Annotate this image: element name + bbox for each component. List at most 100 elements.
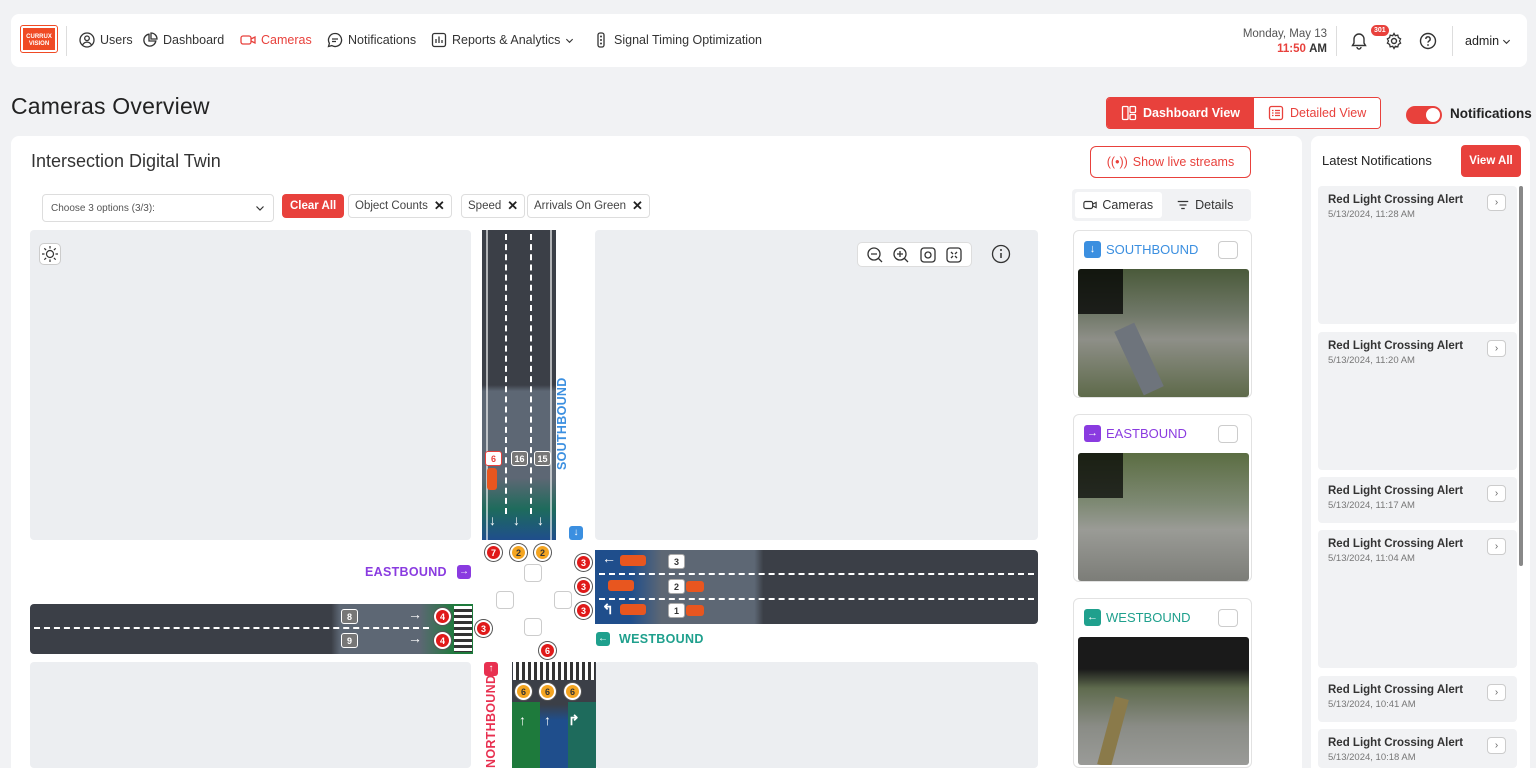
- info-icon[interactable]: [991, 244, 1011, 264]
- live-streams-label: Show live streams: [1132, 155, 1235, 169]
- clear-all-button[interactable]: Clear All: [282, 194, 345, 218]
- notifications-title: Latest Notifications: [1322, 153, 1432, 168]
- nav-users[interactable]: Users: [79, 32, 133, 48]
- chevron-down-icon: [256, 206, 264, 211]
- camera-card-eastbound[interactable]: → EASTBOUND: [1073, 414, 1252, 582]
- chevron-right-icon[interactable]: ›: [1487, 194, 1506, 211]
- chevron-right-icon[interactable]: ›: [1487, 538, 1506, 555]
- chevron-right-icon[interactable]: ›: [1487, 340, 1506, 357]
- road-edge: [550, 230, 552, 540]
- reset-view-icon[interactable]: [919, 246, 937, 264]
- view-all-button[interactable]: View All: [1461, 145, 1521, 177]
- zoom-out-icon[interactable]: [866, 246, 884, 264]
- user-circle-icon: [79, 32, 95, 48]
- detailed-view-button[interactable]: Detailed View: [1254, 98, 1381, 128]
- chevron-right-icon[interactable]: ›: [1487, 737, 1506, 754]
- chip-label: Object Counts: [355, 200, 428, 212]
- video-camera-icon[interactable]: [1218, 609, 1238, 627]
- signal-circle: 3: [575, 602, 592, 619]
- video-camera-icon[interactable]: [1218, 241, 1238, 259]
- nav-signal-timing-label: Signal Timing Optimization: [614, 33, 762, 47]
- nav-reports-analytics[interactable]: Reports & Analytics: [431, 32, 574, 48]
- latest-notifications-panel: Latest Notifications View All Red Light …: [1311, 136, 1530, 768]
- notifications-scrollbar[interactable]: [1519, 186, 1523, 566]
- show-live-streams-button[interactable]: ((•)) Show live streams: [1090, 146, 1251, 178]
- chevron-right-icon[interactable]: ›: [1487, 485, 1506, 502]
- notification-item[interactable]: Red Light Crossing Alert 5/13/2024, 11:2…: [1318, 186, 1517, 324]
- video-camera-icon[interactable]: [1218, 425, 1238, 443]
- view-toggle: Dashboard View Detailed View: [1106, 97, 1382, 129]
- lane-count: 8: [341, 609, 358, 624]
- center-camera-icon[interactable]: [554, 591, 572, 609]
- user-menu[interactable]: admin: [1465, 34, 1511, 48]
- notification-item[interactable]: Red Light Crossing Alert 5/13/2024, 11:2…: [1318, 332, 1517, 470]
- close-icon[interactable]: ✕: [434, 198, 445, 214]
- camera-feed-image[interactable]: [1078, 269, 1249, 397]
- lane-arrow: ↱: [568, 712, 580, 728]
- westbound-direction-icon: ←: [596, 632, 610, 646]
- nav-cameras[interactable]: Cameras: [240, 32, 312, 48]
- notification-item[interactable]: Red Light Crossing Alert 5/13/2024, 11:0…: [1318, 530, 1517, 668]
- vehicle-car: [487, 468, 497, 490]
- vehicle-car: [686, 605, 704, 616]
- fullscreen-icon[interactable]: [945, 246, 963, 264]
- camera-card-label: EASTBOUND: [1106, 426, 1187, 441]
- list-detail-icon: [1268, 105, 1284, 121]
- dashboard-view-button[interactable]: Dashboard View: [1107, 98, 1255, 128]
- options-select[interactable]: Choose 3 options (3/3):: [42, 194, 274, 222]
- camera-card-label: SOUTHBOUND: [1106, 242, 1199, 257]
- brightness-toggle[interactable]: [39, 243, 61, 265]
- signal-circle: 6: [539, 642, 556, 659]
- center-camera-icon[interactable]: [524, 564, 542, 582]
- westbound-label: WESTBOUND: [619, 632, 704, 646]
- nav-notifications[interactable]: Notifications: [327, 32, 416, 48]
- chip-label: Arrivals On Green: [534, 200, 627, 212]
- arrow-down-icon: ↓: [1084, 241, 1101, 258]
- center-camera-icon[interactable]: [524, 618, 542, 636]
- notifications-toggle-switch[interactable]: [1406, 106, 1442, 124]
- lane-arrow: ↓: [537, 512, 544, 528]
- notification-date: 5/13/2024, 10:41 AM: [1328, 699, 1416, 710]
- nav-dashboard[interactable]: Dashboard: [142, 32, 224, 48]
- westbound-road: [595, 550, 1038, 624]
- close-icon[interactable]: ✕: [632, 198, 643, 214]
- camera-card-header: ↓ SOUTHBOUND: [1084, 241, 1198, 258]
- notification-item[interactable]: Red Light Crossing Alert 5/13/2024, 10:1…: [1318, 729, 1517, 768]
- lane-arrow: →: [408, 630, 422, 646]
- lane-count: 9: [341, 633, 358, 648]
- notification-title: Red Light Crossing Alert: [1328, 538, 1464, 550]
- notification-item[interactable]: Red Light Crossing Alert 5/13/2024, 10:4…: [1318, 676, 1517, 722]
- signal-circle: 3: [575, 554, 592, 571]
- camera-feed-image[interactable]: [1078, 637, 1249, 765]
- camera-card-westbound[interactable]: ← WESTBOUND: [1073, 598, 1252, 768]
- help-icon[interactable]: [1419, 32, 1437, 50]
- tab-cameras[interactable]: Cameras: [1075, 192, 1162, 218]
- center-camera-icon[interactable]: [496, 591, 514, 609]
- top-navigation-bar: CURRUX VISION Users Dashboard Cameras No…: [11, 14, 1527, 67]
- lane-divider: [505, 234, 507, 514]
- bell-icon[interactable]: [1350, 32, 1368, 50]
- camera-feed-image[interactable]: [1078, 453, 1249, 581]
- signal-circle: 2: [534, 544, 551, 561]
- nav-users-label: Users: [100, 33, 133, 47]
- tab-details-label: Details: [1195, 198, 1234, 212]
- date-time-display: Monday, May 13 11:50 AM: [1243, 27, 1327, 57]
- notification-title: Red Light Crossing Alert: [1328, 194, 1464, 206]
- currux-vision-logo[interactable]: CURRUX VISION: [20, 25, 58, 53]
- northbound-direction-icon: ↑: [484, 662, 498, 676]
- tab-details[interactable]: Details: [1162, 192, 1249, 218]
- camera-card-southbound[interactable]: ↓ SOUTHBOUND: [1073, 230, 1252, 398]
- chevron-right-icon[interactable]: ›: [1487, 684, 1506, 701]
- header-divider: [1452, 26, 1453, 56]
- signal-circle: 6: [539, 683, 556, 700]
- panel-title: Intersection Digital Twin: [31, 151, 221, 171]
- nav-signal-timing[interactable]: Signal Timing Optimization: [593, 32, 762, 48]
- zoom-in-icon[interactable]: [892, 246, 910, 264]
- notification-title: Red Light Crossing Alert: [1328, 737, 1464, 749]
- chip-object-counts: Object Counts ✕: [348, 194, 452, 218]
- gear-icon[interactable]: [1385, 32, 1403, 50]
- lane-arrow: ↑: [519, 712, 526, 728]
- close-icon[interactable]: ✕: [507, 198, 518, 214]
- lane-divider: [599, 573, 1034, 575]
- notification-item[interactable]: Red Light Crossing Alert 5/13/2024, 11:1…: [1318, 477, 1517, 523]
